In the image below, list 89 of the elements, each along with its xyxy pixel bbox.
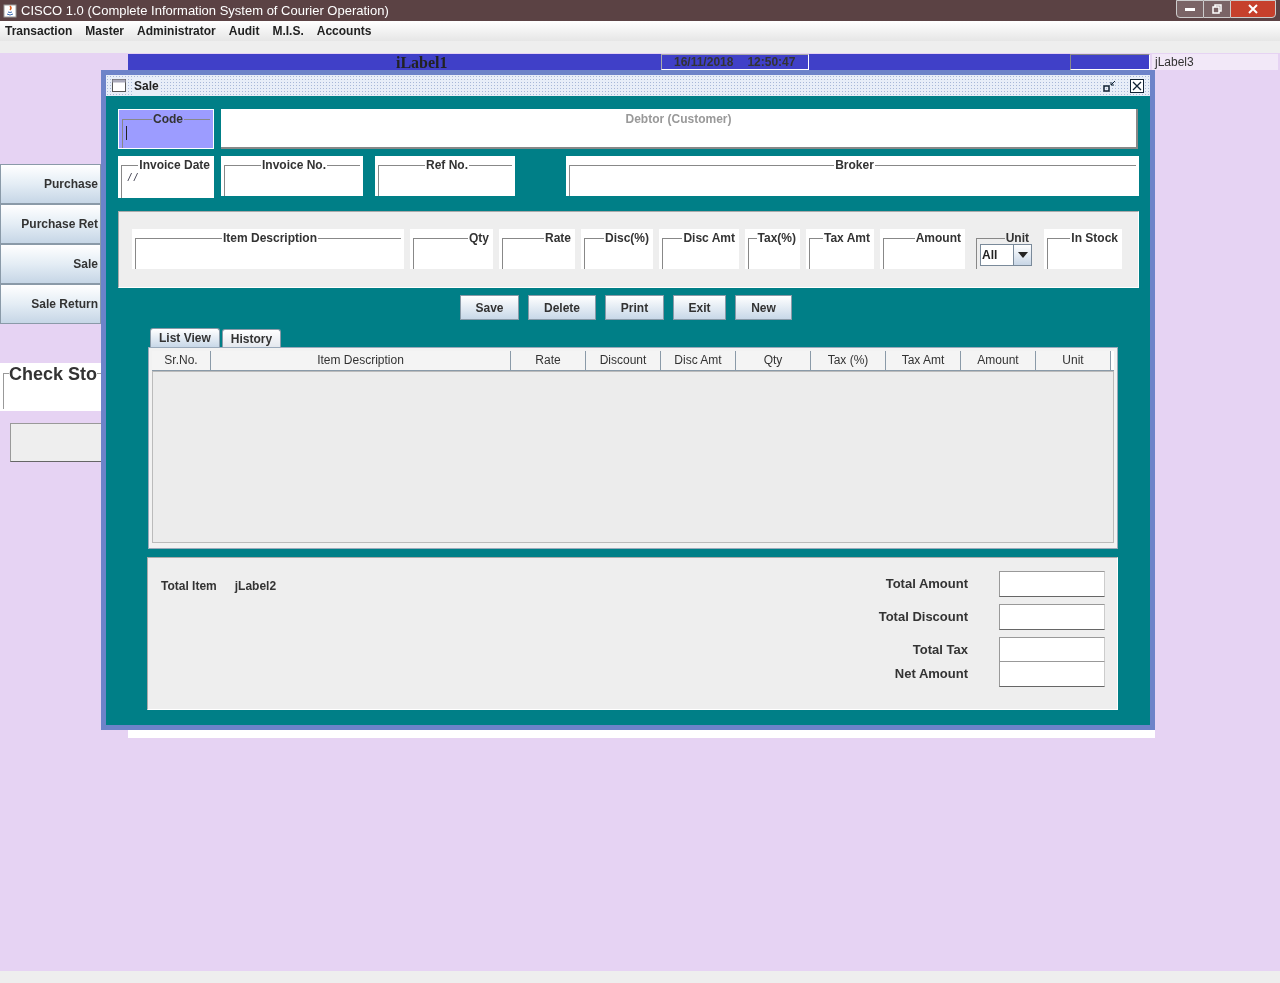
restore-icon[interactable] — [1103, 78, 1117, 93]
total-label: Total Tax — [911, 641, 968, 660]
field-value: / / — [126, 171, 139, 183]
total-field[interactable] — [999, 661, 1105, 687]
date-label: 16/11/2018 — [674, 55, 734, 69]
input-field[interactable]: Tax(%) — [745, 229, 800, 269]
input-field[interactable]: In Stock — [1044, 229, 1122, 269]
header-label: iLabel1 — [396, 54, 448, 72]
field-label: Invoice No. — [261, 159, 327, 171]
action-button[interactable]: Exit — [673, 295, 726, 320]
action-button[interactable]: Save — [460, 295, 519, 320]
total-item-label: Total Item — [161, 578, 217, 595]
field-label: Item Description — [222, 232, 318, 244]
time-label: 12:50:47 — [747, 55, 796, 69]
field-label: Invoice Date — [138, 159, 211, 171]
column-header[interactable]: Tax Amt — [886, 351, 961, 370]
side-button[interactable]: Purchase Ret — [0, 204, 101, 244]
field-label: Disc(%) — [604, 232, 650, 244]
total-item-value: jLabel2 — [234, 578, 277, 595]
column-header[interactable]: Unit — [1036, 351, 1111, 370]
side-button[interactable]: Purchase — [0, 164, 101, 204]
total-field[interactable] — [999, 571, 1105, 597]
side-button[interactable]: Sale Return — [0, 284, 101, 324]
field-label: Debtor (Customer) — [625, 111, 732, 125]
input-field[interactable]: Disc(%) — [581, 229, 653, 269]
field-label: Ref No. — [425, 159, 469, 171]
text-cursor — [126, 126, 127, 140]
input-field[interactable]: Item Description — [132, 229, 404, 269]
window-icon — [112, 79, 126, 92]
menu-item[interactable]: M.I.S. — [272, 22, 304, 40]
status-label: jLabel3 — [1152, 54, 1278, 70]
total-label: Total Amount — [884, 575, 968, 594]
stock-field[interactable] — [10, 423, 101, 462]
tab[interactable]: List View — [150, 328, 220, 347]
caret-icon — [1017, 252, 1028, 258]
field-label: Rate — [544, 232, 572, 244]
input-field[interactable]: Broker — [566, 156, 1139, 196]
dropdown-value: All — [981, 247, 999, 264]
field-label: Tax Amt — [823, 232, 871, 244]
total-field[interactable] — [999, 604, 1105, 630]
column-header[interactable]: Tax (%) — [811, 351, 886, 370]
minimize-button[interactable] — [1176, 0, 1204, 18]
column-header[interactable]: Amount — [961, 351, 1036, 370]
window-title: CISCO 1.0 (Complete Information System of Courier Operation) — [21, 1, 389, 20]
close-icon[interactable] — [1130, 78, 1144, 93]
field-label: Tax(%) — [756, 232, 797, 244]
column-header[interactable]: Discount — [586, 351, 661, 370]
column-header[interactable]: Rate — [511, 351, 586, 370]
tab[interactable]: History — [221, 329, 282, 347]
menu-item[interactable]: Transaction — [5, 22, 73, 40]
field-label: Unit — [1004, 232, 1030, 244]
total-field[interactable] — [999, 637, 1105, 663]
field-label: Qty — [468, 232, 490, 244]
code-field[interactable]: Code — [118, 109, 214, 149]
action-button[interactable]: New — [735, 295, 792, 320]
menu-item[interactable]: Accounts — [316, 22, 372, 40]
field-label: In Stock — [1070, 232, 1119, 244]
input-field[interactable]: Invoice Date / / — [118, 156, 214, 198]
total-label: Total Discount — [877, 608, 968, 627]
restore-icon — [1212, 4, 1222, 14]
input-field[interactable]: Qty — [410, 229, 493, 269]
menu-item[interactable]: Audit — [228, 22, 260, 40]
input-field[interactable]: Rate — [499, 229, 575, 269]
input-field[interactable]: Amount — [880, 229, 965, 269]
action-button[interactable]: Delete — [528, 295, 596, 320]
field-label: Disc Amt — [682, 232, 736, 244]
input-field[interactable]: Tax Amt — [806, 229, 874, 269]
close-icon — [1248, 4, 1258, 14]
close-button[interactable] — [1230, 0, 1276, 18]
app-icon — [3, 3, 17, 18]
column-header[interactable]: Item Description — [211, 351, 511, 370]
total-label: Net Amount — [893, 665, 968, 684]
action-button[interactable]: Print — [605, 295, 664, 320]
menu-item[interactable]: Master — [85, 22, 125, 40]
field-label: Amount — [914, 232, 962, 244]
column-header[interactable]: Disc Amt — [661, 351, 736, 370]
unit-dropdown[interactable]: All — [980, 244, 1032, 266]
input-field[interactable]: Invoice No. — [221, 156, 363, 196]
field-label: Code — [152, 113, 184, 125]
minimize-icon — [1185, 7, 1195, 11]
restore-button[interactable] — [1204, 0, 1230, 18]
sale-window-title: Sale — [133, 76, 160, 95]
column-header[interactable]: Sr.No. — [152, 351, 211, 370]
input-field[interactable]: Disc Amt — [659, 229, 739, 269]
field-label: Broker — [834, 159, 875, 171]
column-header[interactable]: Qty — [736, 351, 811, 370]
menu-item[interactable]: Administrator — [137, 22, 216, 40]
input-field[interactable]: Ref No. — [375, 156, 515, 196]
side-button[interactable]: Sale — [0, 244, 101, 284]
